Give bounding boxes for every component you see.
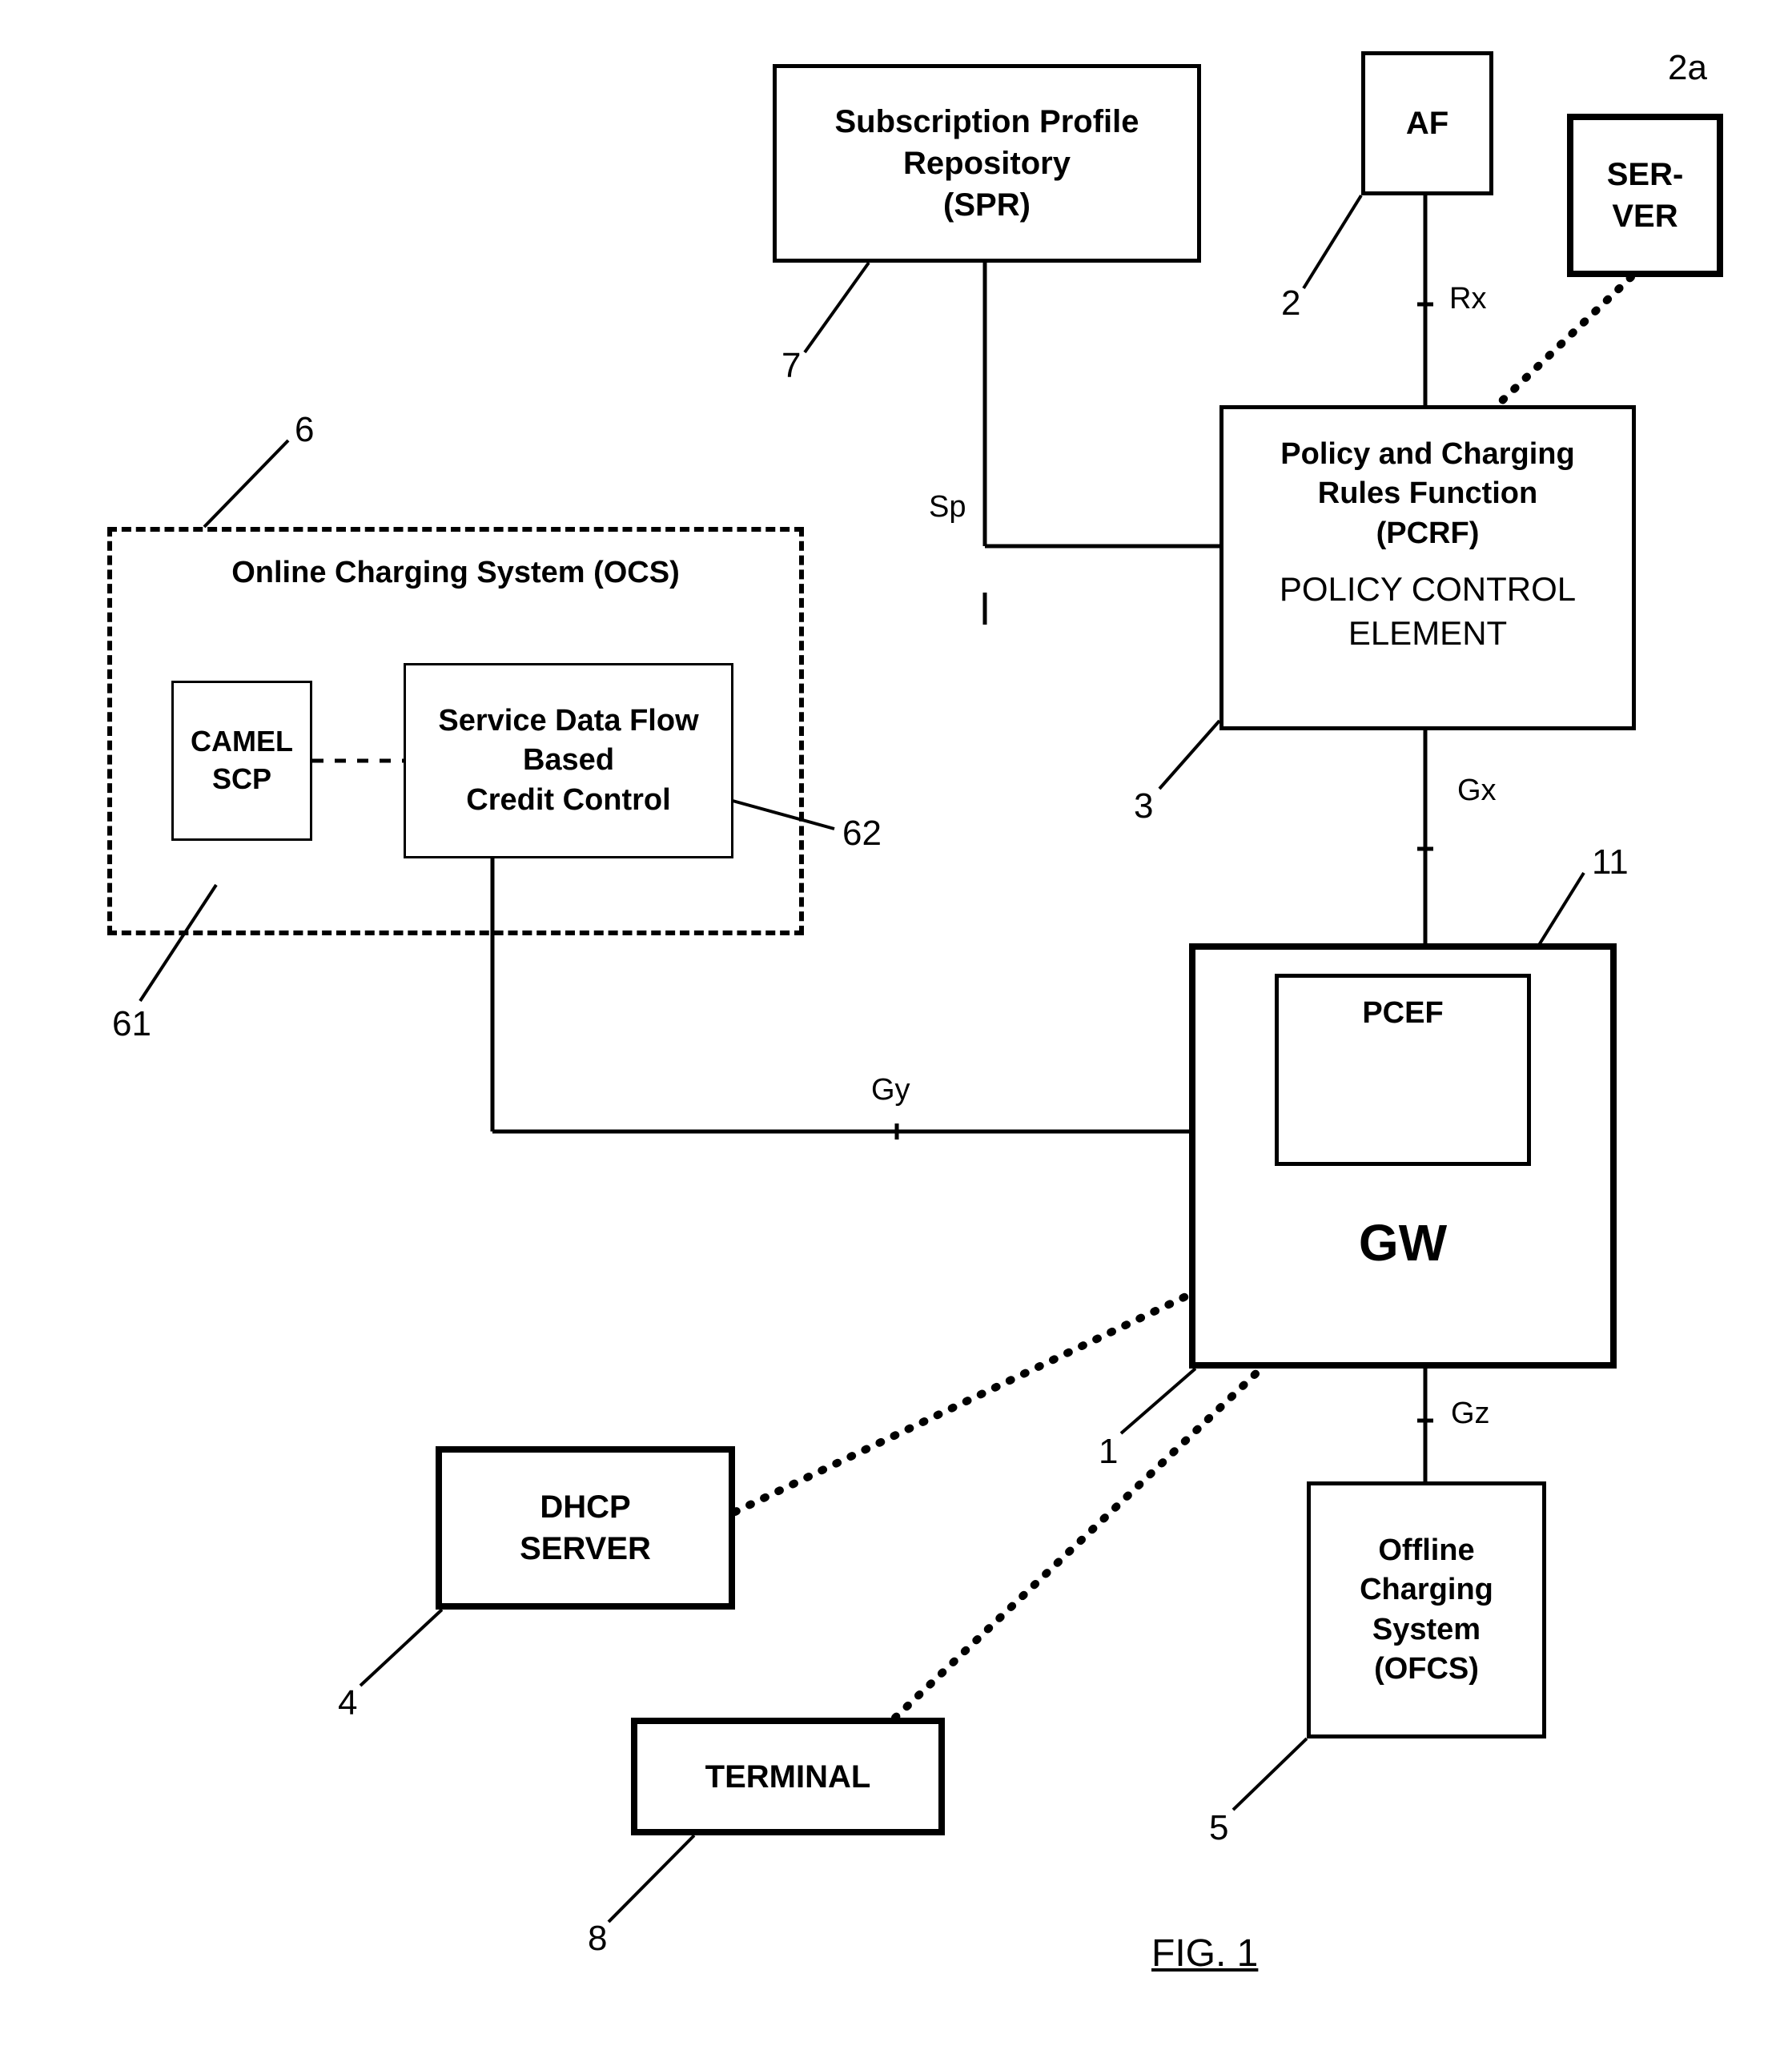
dhcp-line2: SERVER [520, 1528, 651, 1570]
gx-label: Gx [1457, 774, 1497, 808]
terminal-label: TERMINAL [705, 1756, 871, 1798]
pcrf-line4: POLICY CONTROL [1280, 568, 1576, 612]
pcef-label: PCEF [1362, 994, 1443, 1033]
sp-label: Sp [929, 490, 966, 525]
camel-box: CAMEL SCP [171, 681, 312, 841]
camel-line2: SCP [212, 761, 271, 798]
spr-line1: Subscription Profile [834, 101, 1139, 143]
spr-box: Subscription Profile Repository (SPR) [773, 64, 1201, 263]
ref-6: 6 [295, 410, 314, 450]
ref-61: 61 [112, 1004, 151, 1044]
dhcp-line1: DHCP [540, 1486, 630, 1528]
pcrf-line5: ELEMENT [1348, 612, 1507, 656]
figure-label: FIG. 1 [1151, 1931, 1258, 1976]
ofcs-box: Offline Charging System (OFCS) [1307, 1481, 1546, 1738]
gy-label: Gy [871, 1073, 910, 1107]
af-label: AF [1406, 102, 1448, 144]
camel-line1: CAMEL [191, 723, 293, 761]
ofcs-line4: (OFCS) [1374, 1650, 1479, 1689]
spr-line2: Repository [903, 143, 1071, 184]
ref-62: 62 [842, 814, 882, 854]
pcrf-box: Policy and Charging Rules Function (PCRF… [1219, 405, 1636, 730]
terminal-box: TERMINAL [631, 1718, 945, 1835]
ofcs-line3: System [1372, 1610, 1481, 1650]
gz-label: Gz [1451, 1397, 1490, 1431]
gw-label: GW [1359, 1210, 1447, 1276]
ref-8: 8 [588, 1919, 607, 1959]
ofcs-line2: Charging [1360, 1570, 1493, 1610]
sdf-line3: Credit Control [466, 781, 670, 820]
server-box: SER- VER [1567, 114, 1723, 277]
gw-box: PCEF GW [1189, 943, 1617, 1369]
ref-5: 5 [1209, 1808, 1228, 1848]
ref-1: 1 [1099, 1432, 1118, 1472]
dhcp-box: DHCP SERVER [436, 1446, 735, 1610]
ref-2a: 2a [1668, 48, 1707, 88]
ref-4: 4 [338, 1683, 357, 1723]
spr-line3: (SPR) [943, 184, 1031, 226]
server-line1: SER- [1607, 154, 1684, 195]
pcef-box: PCEF [1275, 974, 1531, 1166]
ref-2: 2 [1281, 283, 1300, 324]
ocs-title: Online Charging System (OCS) [112, 556, 799, 590]
ref-11: 11 [1592, 842, 1629, 882]
rx-label: Rx [1449, 282, 1486, 316]
pcrf-line2: Rules Function [1318, 474, 1537, 513]
sdf-line2: Based [523, 741, 614, 780]
pcrf-line1: Policy and Charging [1280, 435, 1574, 474]
sdf-box: Service Data Flow Based Credit Control [404, 663, 733, 858]
ref-3: 3 [1134, 786, 1153, 826]
ref-7: 7 [781, 346, 801, 386]
sdf-line1: Service Data Flow [438, 701, 698, 741]
pcrf-line3: (PCRF) [1376, 514, 1480, 553]
server-line2: VER [1612, 195, 1677, 237]
af-box: AF [1361, 51, 1493, 195]
ofcs-line1: Offline [1378, 1531, 1474, 1570]
